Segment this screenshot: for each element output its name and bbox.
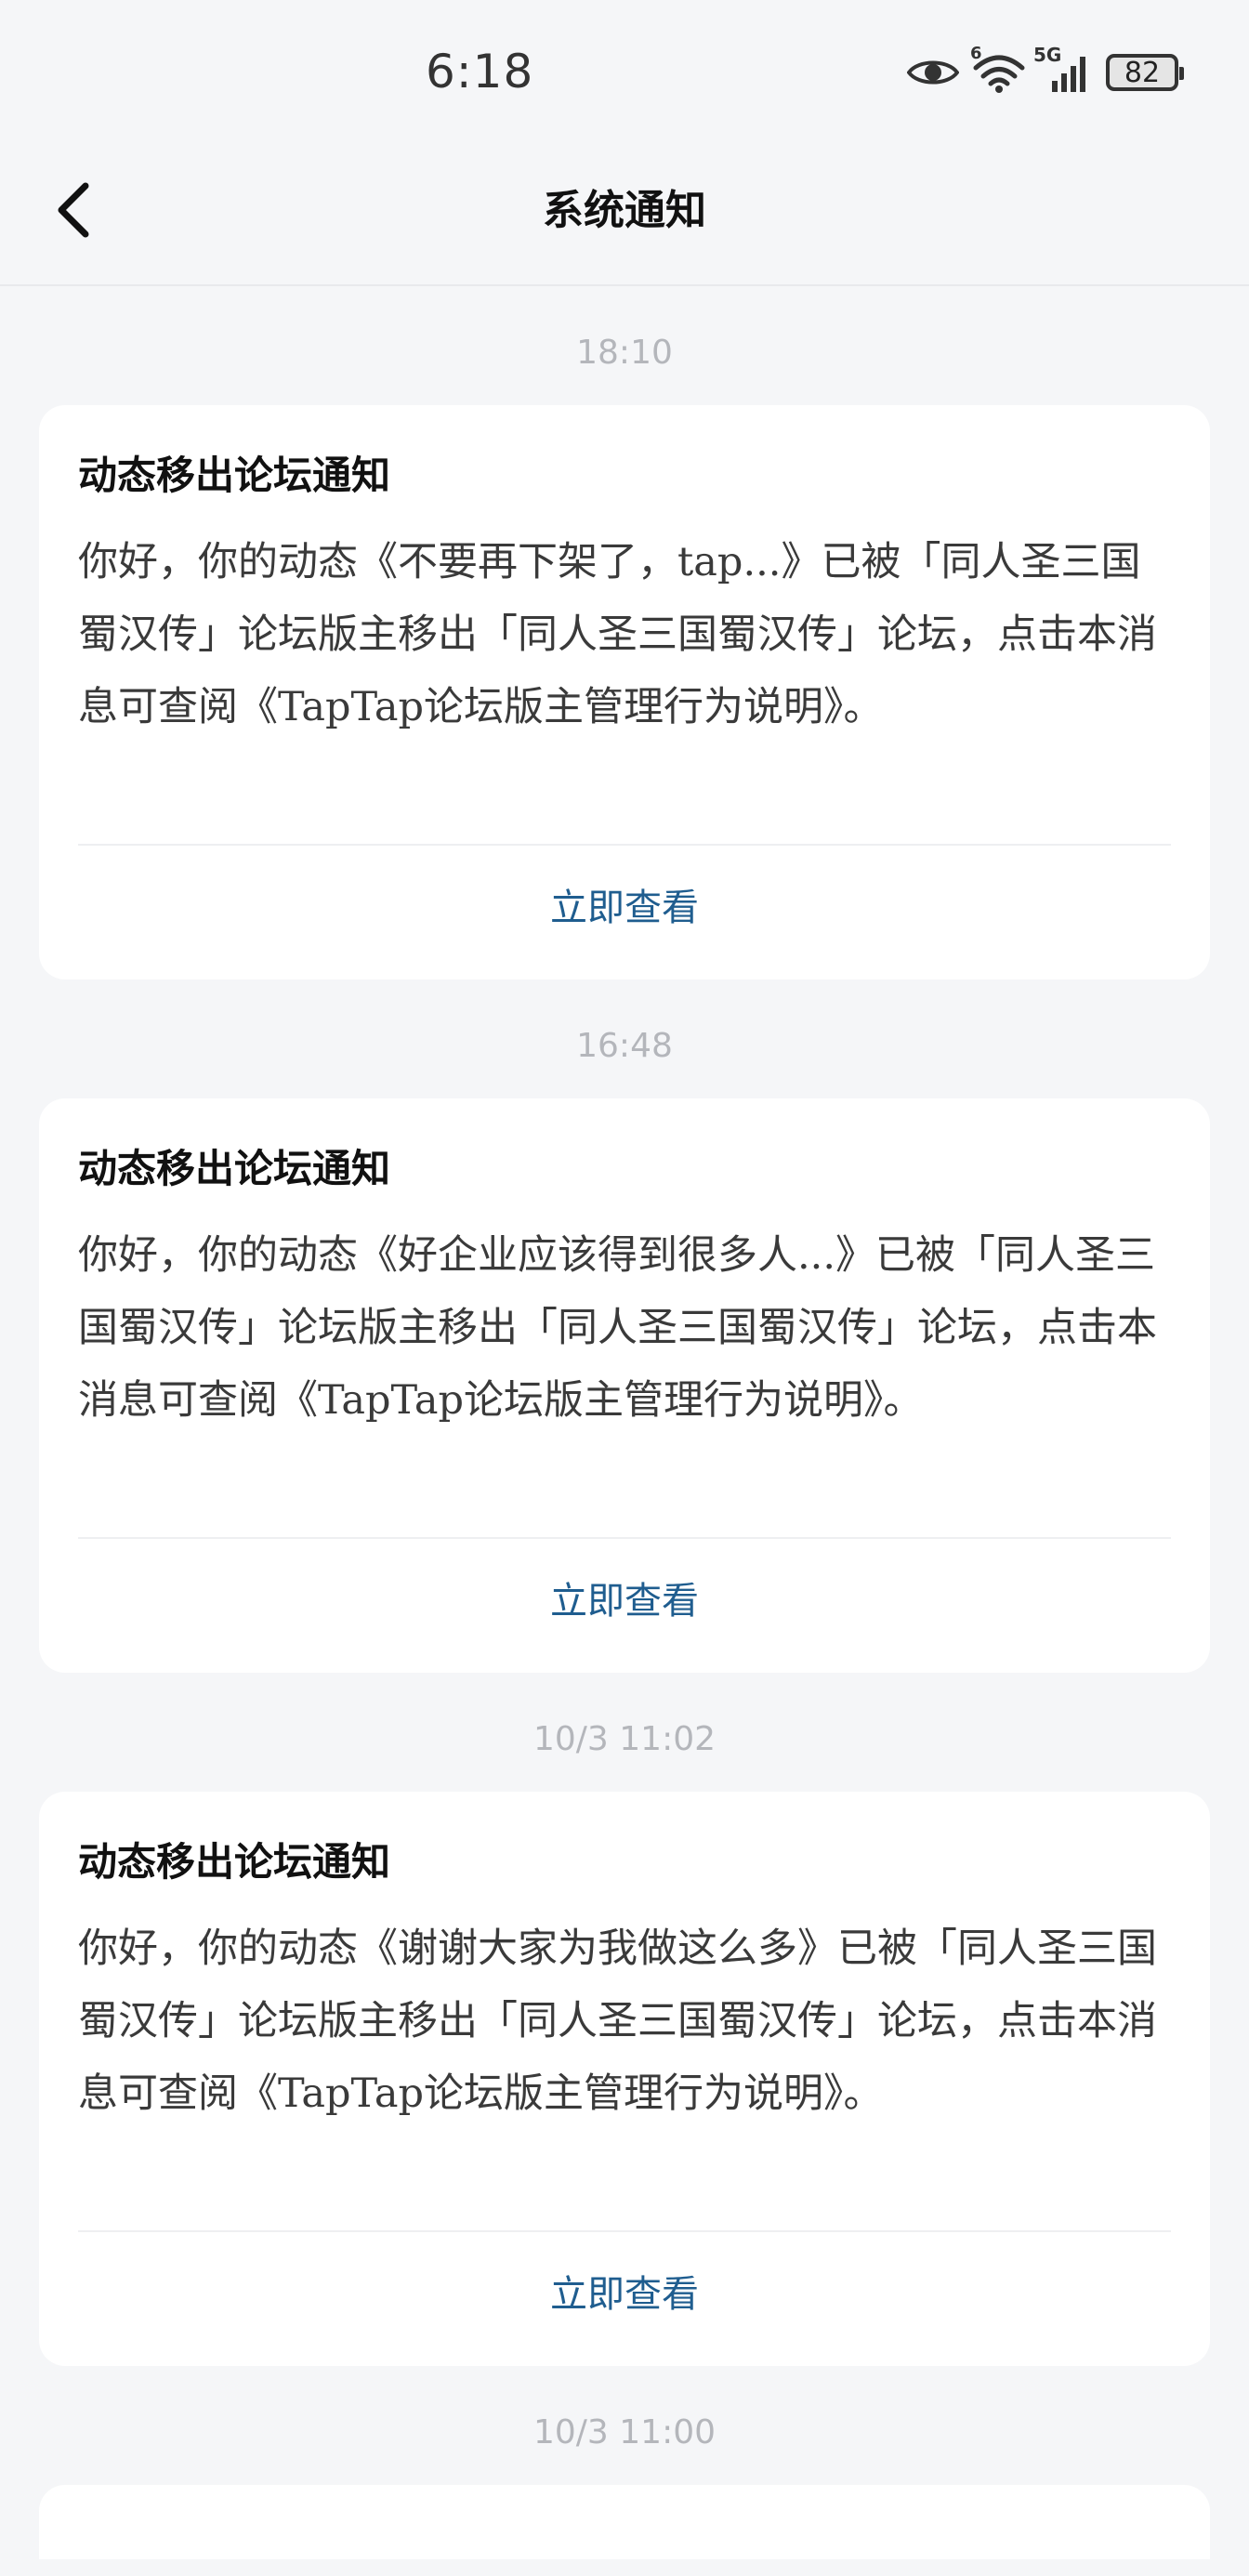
battery-level: 82 [1124,56,1161,89]
view-now-button[interactable]: 立即查看 [39,846,1210,979]
wifi-badge: 6 [970,44,982,63]
eye-icon [907,56,959,89]
notification-body: 你好，你的动态《不要再下架了，tap...》已被「同人圣三国蜀汉传」论坛版主移出… [78,539,1157,730]
status-bar: 6:18 6 5G 82 [0,0,1249,139]
nav-bar: 系统通知 [0,139,1249,286]
notification-title: 动态移出论坛通知 [78,453,391,498]
notification-body: 你好，你的动态《好企业应该得到很多人...》已被「同人圣三国蜀汉传」论坛版主移出… [78,1232,1157,1424]
view-now-button[interactable]: 立即查看 [39,1539,1210,1673]
notification-card[interactable]: 动态移出论坛通知 你好，你的动态《不要再下架了，tap...》已被「同人圣三国蜀… [39,405,1210,979]
view-now-button[interactable]: 立即查看 [39,2232,1210,2366]
notification-card[interactable]: 动态移出论坛通知 你好，你的动态《谢谢大家为我做这么多》已被「同人圣三国蜀汉传」… [39,1792,1210,2366]
notification-list: 18:10 动态移出论坛通知 你好，你的动态《不要再下架了，tap...》已被「… [0,286,1249,2559]
notification-time: 10/3 11:02 [532,1720,717,1758]
status-time: 6:18 [426,45,534,99]
notification-card[interactable]: 动态移出论坛通知 你好，你的动态《好企业应该得到很多人...》已被「同人圣三国蜀… [39,1098,1210,1673]
notification-body: 你好，你的动态《谢谢大家为我做这么多》已被「同人圣三国蜀汉传」论坛版主移出「同人… [78,1925,1157,2117]
signal-icon: 5G [1033,44,1093,92]
status-icons: 6 5G 82 [907,44,1184,99]
notification-time: 16:48 [576,1027,673,1065]
battery-icon: 82 [1106,54,1184,91]
notification-card-partial[interactable] [39,2485,1210,2559]
notification-time: 18:10 [576,334,673,372]
page-title: 系统通知 [543,187,706,234]
wifi-icon: 6 [970,44,1026,94]
notification-time: 10/3 11:00 [532,2413,717,2451]
notification-title: 动态移出论坛通知 [78,1839,391,1885]
notification-title: 动态移出论坛通知 [78,1146,391,1191]
network-label: 5G [1033,44,1062,66]
